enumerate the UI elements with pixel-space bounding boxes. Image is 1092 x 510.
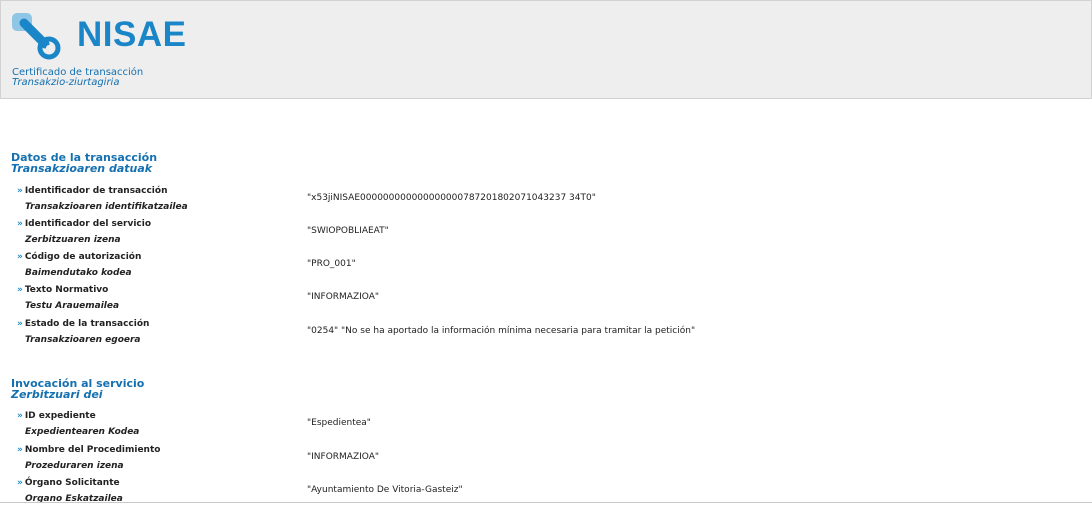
field-row: » Identificador de transacción Transakzio… <box>0 186 1092 218</box>
field-label: » ID expediente <box>17 411 96 421</box>
section-subtitle-invocation: Zerbitzuari dei <box>11 388 103 401</box>
field-label-eu: Transakzioaren egoera <box>25 335 141 345</box>
field-row: » Nombre del Procedimiento Prozeduraren i… <box>0 445 1092 477</box>
field-value: "INFORMAZIOA" <box>307 452 380 462</box>
field-label-eu: Zerbitzuaren izena <box>25 235 121 245</box>
certificate-title-eu: Transakzio-ziurtagiria <box>12 77 120 88</box>
field-row: » Código de autorización Baimendutako kod… <box>0 252 1092 284</box>
divider <box>0 502 1092 503</box>
field-value: "x53jiNISAE00000000000000000078720180207… <box>307 193 596 203</box>
field-label: » Texto Normativo <box>17 285 109 295</box>
field-row: » ID expediente Expedientearen Kodea "Esp… <box>0 411 1092 443</box>
bullet-icon: » <box>17 252 23 262</box>
bullet-icon: » <box>17 219 23 229</box>
bullet-icon: » <box>17 285 23 295</box>
field-label-eu: Testu Arauemailea <box>25 301 120 311</box>
field-row: » Texto Normativo Testu Arauemailea "INFO… <box>0 285 1092 317</box>
field-value: "Ayuntamiento De Vitoria-Gasteiz" <box>307 485 463 495</box>
field-row: » Identificador del servicio Zerbitzuaren… <box>0 219 1092 251</box>
bullet-icon: » <box>17 478 23 488</box>
field-row: » Órgano Solicitante Organo Eskatzailea "… <box>0 478 1092 510</box>
field-value: "SWIOPOBLIAEAT" <box>307 226 389 236</box>
field-label-eu: Baimendutako kodea <box>25 268 132 278</box>
bullet-icon: » <box>17 411 23 421</box>
field-label: » Órgano Solicitante <box>17 478 120 488</box>
field-label: » Estado de la transacción <box>17 319 150 329</box>
brand-name: NISAE <box>77 15 187 54</box>
field-label-eu: Expedientearen Kodea <box>25 427 140 437</box>
bullet-icon: » <box>17 445 23 455</box>
field-label-eu: Transakzioaren identifikatzailea <box>25 202 188 212</box>
field-value: "0254" "No se ha aportado la información… <box>307 326 696 336</box>
bullet-icon: » <box>17 186 23 196</box>
field-label: » Código de autorización <box>17 252 142 262</box>
field-value: "Espedientea" <box>307 418 371 428</box>
field-label-eu: Prozeduraren izena <box>25 461 124 471</box>
bullet-icon: » <box>17 319 23 329</box>
field-row: » Estado de la transacción Transakzioaren… <box>0 319 1092 351</box>
link-chain-icon <box>12 13 61 60</box>
page-header: NISAE Certificado de transacción Transak… <box>0 0 1092 99</box>
section-subtitle-transaction: Transakzioaren datuak <box>11 162 153 175</box>
field-value: "PRO_001" <box>307 259 356 269</box>
field-label: » Nombre del Procedimiento <box>17 445 161 455</box>
field-value: "INFORMAZIOA" <box>307 292 380 302</box>
field-label: » Identificador del servicio <box>17 219 152 229</box>
field-label: » Identificador de transacción <box>17 186 168 196</box>
